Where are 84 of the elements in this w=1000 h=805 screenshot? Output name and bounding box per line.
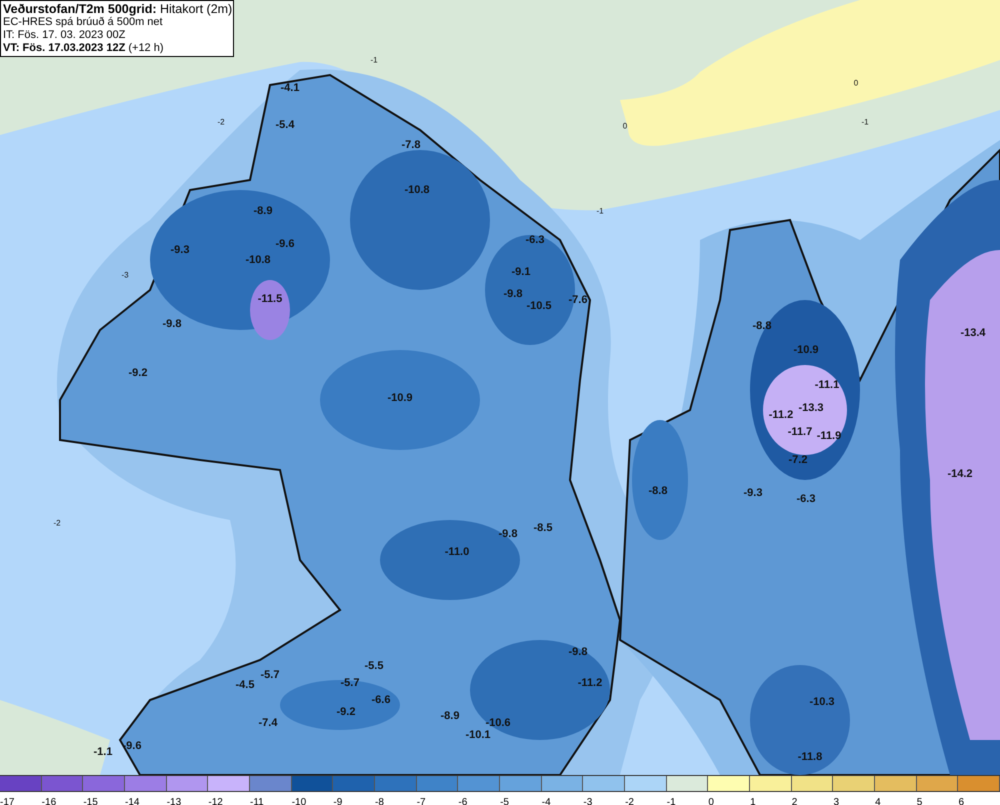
legend-label: -9: [333, 796, 342, 805]
legend-label: -1: [666, 796, 676, 805]
temperature-label: -5.5: [364, 660, 384, 672]
legend-label: -6: [458, 796, 468, 805]
legend-label: 1: [750, 796, 756, 805]
temperature-label: -6.3: [796, 493, 816, 505]
temperature-label: -5.7: [340, 677, 360, 689]
temperature-label: -11.5: [258, 293, 282, 305]
temperature-label: -10.8: [404, 184, 430, 196]
contour-label: -2: [217, 118, 225, 126]
temperature-label: -10.5: [526, 300, 552, 312]
contour-label: -1: [596, 206, 604, 216]
temperature-label: -10.8: [245, 254, 271, 266]
temperature-label: -8.9: [254, 205, 272, 217]
legend-label: -3: [583, 796, 592, 805]
legend-label: -12: [208, 796, 223, 805]
temperature-label: -9.8: [498, 528, 518, 540]
temperature-label: -9.6: [276, 238, 294, 250]
legend-label: 6: [958, 796, 964, 805]
temperature-label: -6.3: [526, 234, 544, 246]
legend-label: -2: [625, 796, 634, 805]
contour-label: -2: [53, 518, 61, 528]
temperature-label: -7.6: [568, 294, 588, 306]
legend-label: 2: [792, 796, 798, 805]
temperature-label: -9.2: [336, 706, 356, 718]
temperature-label: -11.0: [444, 546, 470, 558]
temperature-label: -13.4: [960, 327, 986, 339]
temperature-label: -9.6: [122, 740, 142, 752]
temperature-label: -7.8: [402, 139, 420, 151]
temperature-label: -8.8: [648, 485, 668, 497]
temperature-label: -9.8: [568, 646, 588, 658]
temperature-label: -9.2: [128, 367, 148, 379]
title-line: IT: Fös. 17. 03. 2023 00Z: [3, 29, 126, 42]
temperature-label: -8.5: [534, 522, 552, 534]
legend-label: -10: [292, 796, 306, 805]
title-line: VT: Fös. 17.03.2023 12Z (+12 h): [3, 42, 165, 55]
legend-label: -11: [250, 796, 264, 805]
temperature-label: -10.6: [485, 717, 511, 729]
contour-label: 0: [622, 122, 628, 130]
legend-label: -17: [0, 796, 14, 805]
contour-label: -1: [370, 56, 378, 64]
temperature-label: -9.3: [170, 244, 190, 256]
title-line: EC-HRES spá brúuð á 500m net: [3, 16, 164, 29]
legend-label: -15: [83, 796, 98, 805]
legend-label: -7: [416, 796, 426, 805]
temperature-label: -8.9: [440, 710, 460, 722]
legend-label: -14: [125, 796, 140, 805]
temperature-label: -11.1: [814, 379, 840, 391]
contour-label: 0: [854, 78, 858, 88]
temperature-label: -10.1: [465, 729, 491, 741]
temperature-label: -1.1: [94, 746, 112, 758]
temperature-label: -9.8: [504, 288, 522, 300]
temperature-label: -13.3: [798, 402, 824, 414]
title-line: Veðurstofan/T2m 500grid: Hitakort (2m): [3, 2, 231, 16]
temperature-label: -10.9: [387, 392, 413, 404]
temperature-label: -7.2: [788, 454, 808, 466]
temperature-label: -11.8: [798, 751, 822, 763]
temperature-label: -11.2: [768, 409, 794, 421]
temperature-label: -10.3: [809, 696, 835, 708]
temperature-label: -8.8: [752, 320, 772, 332]
temperature-label: -5.7: [260, 669, 280, 681]
legend-label: 0: [708, 796, 714, 805]
temperature-label: -6.6: [372, 694, 390, 706]
legend-label: -4: [542, 796, 551, 805]
temperature-label: -4.5: [236, 679, 254, 691]
temperature-label: -9.8: [162, 318, 182, 330]
temperature-label: -11.2: [578, 677, 602, 689]
temperature-label: -14.2: [947, 468, 973, 480]
temperature-label: -4.1: [280, 82, 300, 94]
temperature-label: -11.7: [788, 426, 812, 438]
temperature-label: -10.9: [793, 344, 819, 356]
contour-label: -1: [861, 118, 869, 126]
temperature-label: -5.4: [276, 119, 294, 131]
legend-label: -13: [166, 796, 182, 805]
contour-label: -3: [121, 270, 129, 280]
temperature-label: -7.4: [258, 717, 278, 729]
legend-label: -8: [375, 796, 384, 805]
legend-label: 5: [916, 796, 922, 805]
legend-label: -5: [500, 796, 509, 805]
legend-label: -16: [42, 796, 56, 805]
legend-label: 4: [875, 796, 881, 805]
temperature-label: -9.1: [512, 266, 530, 278]
temperature-label: -9.3: [744, 487, 762, 499]
legend-label: 3: [833, 796, 839, 805]
